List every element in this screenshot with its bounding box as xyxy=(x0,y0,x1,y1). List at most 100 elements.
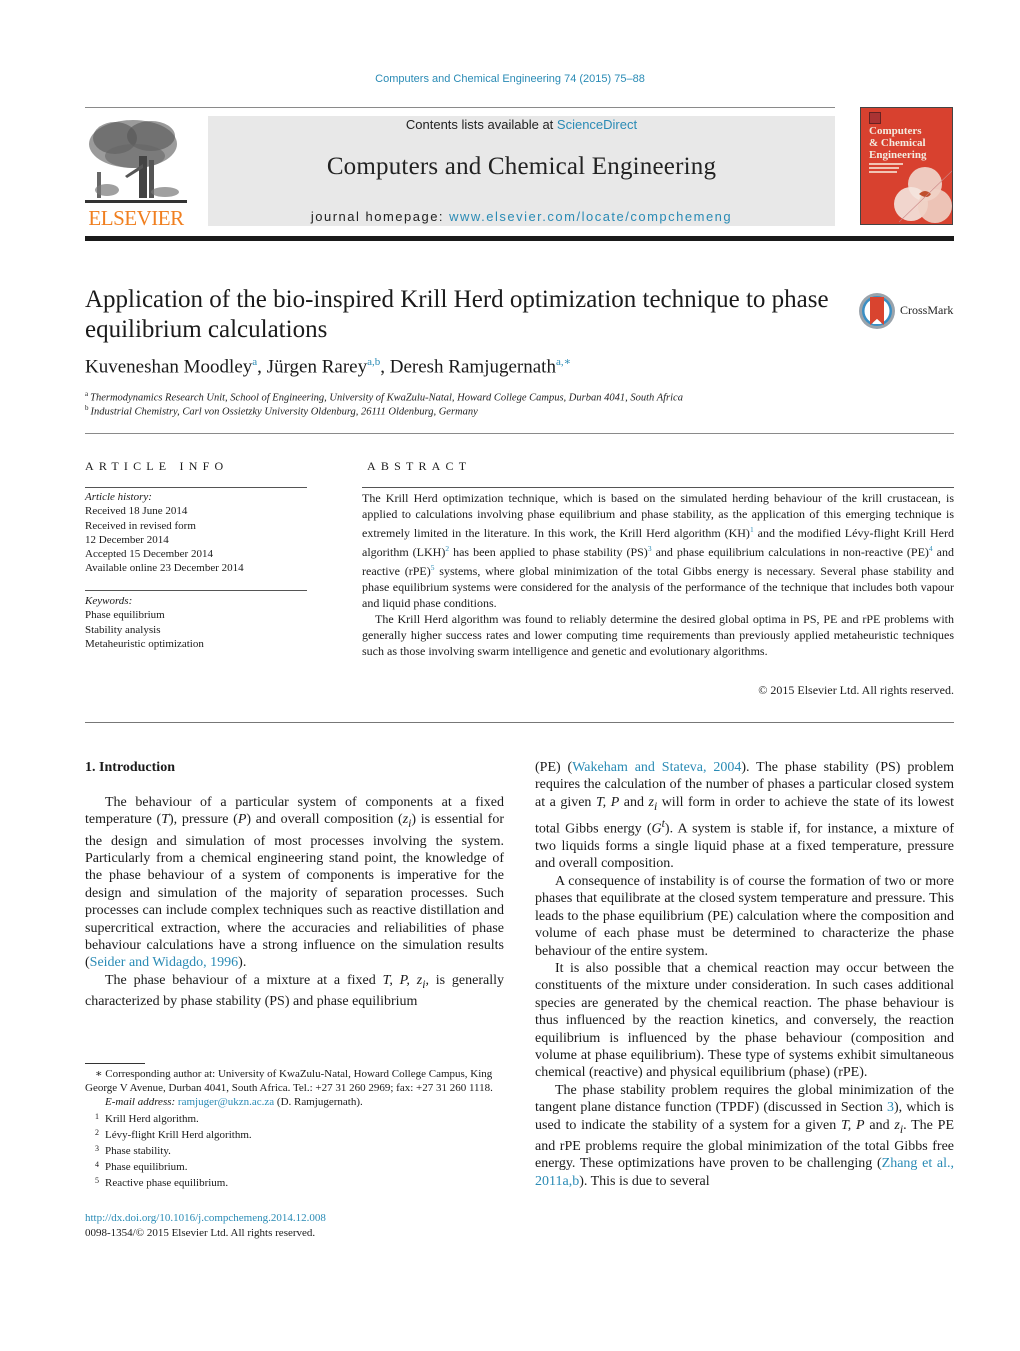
history-entry: Available online 23 December 2014 xyxy=(85,562,244,575)
affiliation: b Industrial Chemistry, Carl von Ossietzk… xyxy=(85,404,478,418)
masthead-top-rule xyxy=(85,107,835,108)
body-paragraph: The phase behaviour of a mixture at a fi… xyxy=(85,972,504,1011)
footnote-number: 2 xyxy=(95,1127,99,1137)
body-paragraph: It is also possible that a chemical reac… xyxy=(535,960,954,1081)
keyword: Phase equilibrium xyxy=(85,609,165,622)
math-variable: T, P xyxy=(595,794,620,810)
email-suffix: (D. Ramjugernath). xyxy=(274,1096,363,1109)
abstract-copyright: © 2015 Elsevier Ltd. All rights reserved… xyxy=(758,683,954,697)
cover-title-line: Engineering xyxy=(869,149,927,161)
crossmark-icon xyxy=(859,293,895,329)
cover-title: Computers & Chemical Engineering xyxy=(869,125,926,161)
math-variable: G xyxy=(651,821,662,837)
citation-link[interactable]: Seider and Widagdo, 1996 xyxy=(90,955,238,970)
sciencedirect-link[interactable]: ScienceDirect xyxy=(557,117,637,132)
article-info-heading: ARTICLE INFO xyxy=(85,459,229,473)
abstract-text: systems, where global minimization of th… xyxy=(362,564,954,610)
footnote-number: 3 xyxy=(95,1144,99,1154)
abstract-text: and phase equilibrium calculations in no… xyxy=(651,545,929,559)
body-text: ) is essential for the design and simula… xyxy=(85,812,504,971)
author-list: Kuveneshan Moodleya, Jürgen Rareya,b, De… xyxy=(85,356,572,378)
author-name[interactable]: Jürgen Rarey xyxy=(267,356,367,377)
affiliation: a Thermodynamics Research Unit, School of… xyxy=(85,390,683,404)
cover-subtitle-line xyxy=(869,163,903,165)
footnote: 4 Phase equilibrium. xyxy=(85,1158,504,1174)
history-entry: 12 December 2014 xyxy=(85,533,169,546)
history-entry: Accepted 15 December 2014 xyxy=(85,548,213,561)
keywords-rule xyxy=(85,590,307,591)
footnotes: ∗ Corresponding author at: University of… xyxy=(85,1067,504,1191)
affiliation-mark: a xyxy=(85,390,89,398)
contents-availability: Contents lists available at ScienceDirec… xyxy=(208,117,835,132)
email-label: E-mail address: xyxy=(105,1096,176,1109)
crossmark-badge[interactable]: CrossMark xyxy=(858,292,958,330)
body-column-right: (PE) (Wakeham and Stateva, 2004). The ph… xyxy=(535,759,954,1190)
email-note: E-mail address: ramjuger@ukzn.ac.za (D. … xyxy=(85,1095,504,1109)
footnote: 1 Krill Herd algorithm. xyxy=(85,1110,504,1126)
journal-name: Computers and Chemical Engineering xyxy=(326,153,717,180)
article-info-rule xyxy=(85,487,307,488)
elsevier-logo[interactable]: ELSEVIER xyxy=(85,116,187,229)
article-history: Article history: Received 18 June 2014 R… xyxy=(85,490,307,576)
homepage-prefix: journal homepage: xyxy=(310,209,450,224)
footnote-number: 5 xyxy=(95,1176,99,1186)
footnote-text: Phase equilibrium. xyxy=(105,1161,188,1174)
cover-venn-graphic-icon xyxy=(894,167,952,223)
affiliations-rule xyxy=(85,433,954,434)
journal-homepage-link[interactable]: www.elsevier.com/locate/compchemeng xyxy=(449,209,732,224)
body-text: ), pressure ( xyxy=(168,812,238,828)
email-link[interactable]: ramjuger@ukzn.ac.za xyxy=(178,1096,274,1108)
contents-prefix: Contents lists available at xyxy=(405,117,557,132)
footnote-number: 1 xyxy=(95,1111,99,1121)
affiliation-text: Industrial Chemistry, Carl von Ossietzky… xyxy=(90,406,478,418)
section-reference-link[interactable]: 3 xyxy=(887,1100,894,1115)
cover-title-line: & Chemical xyxy=(869,137,926,149)
body-text: and xyxy=(864,1117,895,1133)
abstract-rule xyxy=(362,487,954,488)
abstract-paragraph: The Krill Herd algorithm was found to re… xyxy=(362,612,954,658)
body-paragraph: A consequence of instability is of cours… xyxy=(535,873,954,959)
doi-link[interactable]: http://dx.doi.org/10.1016/j.compchemeng.… xyxy=(85,1211,326,1226)
journal-cover-thumbnail[interactable]: Computers & Chemical Engineering xyxy=(860,107,953,225)
body-text: and xyxy=(619,794,649,810)
footnote-text: Reactive phase equilibrium. xyxy=(105,1177,229,1190)
cover-title-line: Computers xyxy=(869,125,922,137)
math-variable: T, P xyxy=(841,1117,865,1133)
front-matter-end-rule xyxy=(85,722,954,723)
keywords: Keywords: Phase equilibrium Stability an… xyxy=(85,594,307,651)
masthead-bottom-rule xyxy=(85,236,954,241)
history-entry: Received in revised form xyxy=(85,519,196,532)
author-affiliation-mark[interactable]: a xyxy=(252,356,257,368)
elsevier-tree-icon xyxy=(85,120,187,203)
math-variable: T, P, z xyxy=(382,972,423,988)
author-name[interactable]: Kuveneshan Moodley xyxy=(85,356,252,377)
body-text: ). xyxy=(238,955,247,971)
cover-subtitle-line xyxy=(869,171,897,173)
doi-block: http://dx.doi.org/10.1016/j.compchemeng.… xyxy=(85,1211,326,1241)
author-name[interactable]: Deresh Ramjugernath xyxy=(390,356,556,377)
footnote: 5 Reactive phase equilibrium. xyxy=(85,1174,504,1190)
article-history-label: Article history: xyxy=(85,491,152,503)
footnote-rule xyxy=(85,1063,145,1064)
author-affiliation-mark[interactable]: a,b xyxy=(367,356,380,368)
author-affiliation-mark[interactable]: a,∗ xyxy=(556,356,571,368)
body-paragraph: (PE) (Wakeham and Stateva, 2004). The ph… xyxy=(535,759,954,873)
footnote-number: 4 xyxy=(95,1160,99,1170)
footnote: 2 Lévy-flight Krill Herd algorithm. xyxy=(85,1126,504,1142)
journal-citation-link[interactable]: Computers and Chemical Engineering 74 (2… xyxy=(375,73,645,85)
body-text: ) and overall composition ( xyxy=(246,812,403,828)
affiliation-mark: b xyxy=(85,404,89,412)
citation-link[interactable]: Wakeham and Stateva, 2004 xyxy=(572,760,741,775)
corresponding-author-note: ∗ Corresponding author at: University of… xyxy=(85,1068,493,1095)
abstract-paragraph: The Krill Herd optimization technique, w… xyxy=(362,490,954,611)
math-variable: T xyxy=(161,812,169,828)
body-paragraph: The behaviour of a particular system of … xyxy=(85,794,504,972)
keyword: Stability analysis xyxy=(85,623,161,636)
keyword: Metaheuristic optimization xyxy=(85,637,204,650)
footnote: 3 Phase stability. xyxy=(85,1142,504,1158)
body-text: ). This is due to several xyxy=(579,1173,710,1189)
body-text: The phase behaviour of a mixture at a fi… xyxy=(105,972,383,988)
cover-publisher-mark-icon xyxy=(869,112,881,124)
history-entry: Received 18 June 2014 xyxy=(85,505,188,518)
running-header-citation[interactable]: Computers and Chemical Engineering 74 (2… xyxy=(0,73,1020,85)
